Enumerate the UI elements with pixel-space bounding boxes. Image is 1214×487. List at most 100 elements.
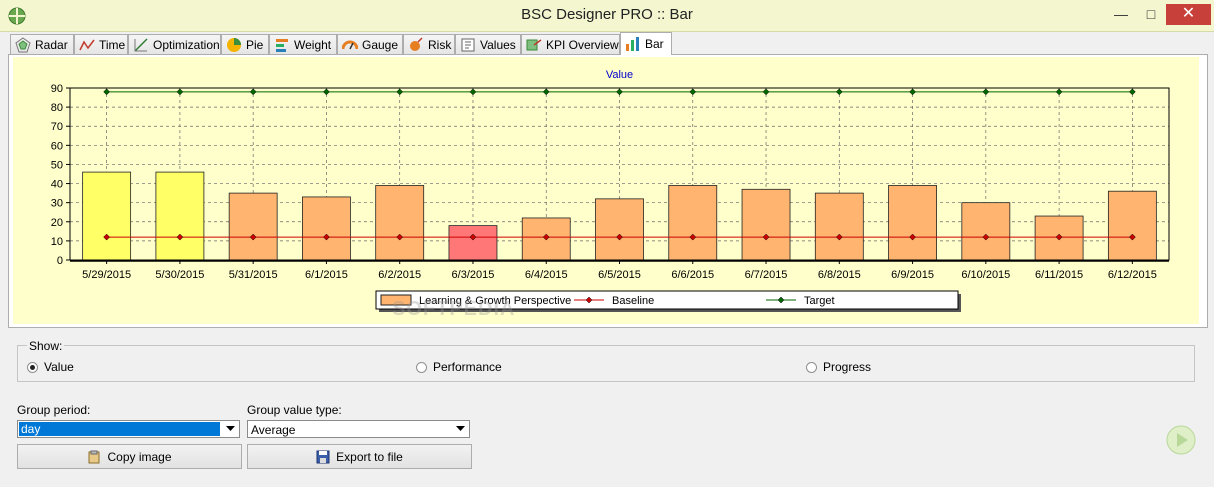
radio-dot[interactable] bbox=[416, 361, 427, 373]
radio-label: Progress bbox=[823, 360, 872, 374]
close-button[interactable]: ✕ bbox=[1166, 4, 1211, 25]
y-tick-label: 60 bbox=[51, 140, 63, 152]
tab-values[interactable]: Values bbox=[455, 34, 521, 54]
series-point bbox=[323, 88, 330, 96]
x-tick-label: 6/10/2015 bbox=[961, 269, 1010, 281]
y-tick-label: 30 bbox=[51, 198, 63, 210]
radio-label: Performance bbox=[433, 360, 502, 374]
group-period-select[interactable]: day bbox=[17, 420, 240, 438]
risk-icon bbox=[410, 36, 423, 51]
export-to-file-button[interactable]: Export to file bbox=[247, 444, 472, 469]
x-tick-label: 6/9/2015 bbox=[891, 269, 934, 281]
tab-label: Time bbox=[99, 37, 126, 52]
clipboard-icon bbox=[88, 450, 100, 463]
optimization-icon bbox=[134, 37, 148, 52]
tab-strip: Radar Time Optimization Pie Weight Gauge… bbox=[8, 32, 1208, 55]
export-label: Export to file bbox=[336, 449, 403, 464]
bar bbox=[82, 171, 132, 261]
radio-dot[interactable] bbox=[27, 361, 38, 373]
series-point bbox=[249, 88, 257, 96]
series-point bbox=[1129, 88, 1136, 96]
show-groupbox bbox=[17, 345, 1195, 382]
x-tick-label: 5/31/2015 bbox=[229, 269, 278, 281]
tab-risk[interactable]: Risk bbox=[403, 34, 455, 54]
pie-chart-icon bbox=[227, 37, 241, 52]
tab-time[interactable]: Time bbox=[74, 34, 128, 54]
x-tick-label: 5/30/2015 bbox=[155, 269, 204, 281]
tab-pie[interactable]: Pie bbox=[221, 34, 269, 54]
tab-label: Optimization bbox=[153, 37, 220, 52]
bar bbox=[961, 202, 1011, 261]
x-tick-label: 6/11/2015 bbox=[1035, 269, 1083, 281]
copy-image-label: Copy image bbox=[107, 449, 172, 464]
kpi-overview-icon bbox=[526, 38, 542, 50]
chart-svg: Value 0 10 20 30 40 50 60 70 80 90 5/29/2015 5/30/20… bbox=[51, 69, 1170, 312]
save-disk-icon bbox=[316, 450, 330, 463]
chevron-down-icon[interactable] bbox=[222, 421, 239, 437]
values-icon bbox=[461, 38, 475, 51]
bar bbox=[375, 185, 425, 261]
group-value-type-label: Group value type: bbox=[247, 403, 342, 417]
copy-image-button[interactable]: Copy image bbox=[17, 444, 242, 469]
tab-gauge[interactable]: Gauge bbox=[337, 34, 403, 54]
radio-label: Value bbox=[44, 360, 74, 374]
show-label: Show: bbox=[27, 339, 65, 353]
tab-radar[interactable]: Radar bbox=[10, 34, 74, 54]
y-tick-label: 10 bbox=[51, 236, 63, 248]
x-tick-label: 6/7/2015 bbox=[745, 269, 788, 281]
series-point bbox=[1055, 88, 1063, 96]
legend-label: Target bbox=[804, 295, 835, 307]
bar bbox=[814, 192, 864, 261]
y-tick-label: 80 bbox=[51, 102, 63, 114]
series-point bbox=[909, 88, 916, 96]
tab-weight[interactable]: Weight bbox=[269, 34, 337, 54]
radio-progress[interactable]: Progress bbox=[806, 360, 871, 374]
group-period-label: Group period: bbox=[17, 403, 91, 417]
watermark: SOFTPEDIA bbox=[392, 298, 516, 320]
tab-label: Weight bbox=[294, 37, 332, 52]
bar bbox=[155, 171, 205, 261]
legend-label: Baseline bbox=[612, 295, 654, 307]
y-tick-label: 70 bbox=[51, 121, 63, 133]
series-point bbox=[616, 88, 623, 96]
series-point bbox=[835, 88, 843, 96]
tab-label: Gauge bbox=[362, 37, 399, 52]
series-point bbox=[176, 88, 184, 96]
tab-bar[interactable]: Bar bbox=[620, 32, 672, 55]
tab-label: Risk bbox=[428, 37, 452, 52]
bar bbox=[741, 188, 791, 261]
tab-label: KPI Overview bbox=[546, 37, 619, 52]
gauge-icon bbox=[342, 40, 358, 49]
minimize-button[interactable]: — bbox=[1106, 4, 1136, 25]
bar bbox=[302, 196, 351, 261]
x-tick-label: 6/1/2015 bbox=[305, 269, 348, 281]
tab-optimization[interactable]: Optimization bbox=[128, 34, 221, 54]
radio-value[interactable]: Value bbox=[27, 360, 74, 374]
bar bbox=[595, 198, 644, 261]
y-tick-label: 50 bbox=[51, 159, 63, 171]
play-icon[interactable] bbox=[1166, 425, 1196, 455]
bar bbox=[668, 185, 718, 261]
x-tick-label: 6/6/2015 bbox=[671, 269, 714, 281]
group-value-type-select[interactable]: Average bbox=[247, 420, 470, 438]
series-point bbox=[982, 88, 990, 96]
group-value-type-value: Average bbox=[251, 423, 296, 437]
bar bbox=[228, 192, 278, 261]
window-title: BSC Designer PRO :: Bar bbox=[521, 6, 693, 23]
x-tick-label: 6/2/2015 bbox=[378, 269, 421, 281]
chevron-down-icon[interactable] bbox=[452, 421, 469, 437]
chart-title: Value bbox=[606, 69, 633, 81]
bar bbox=[888, 185, 937, 261]
y-tick-label: 0 bbox=[57, 255, 63, 267]
series-point bbox=[762, 88, 770, 96]
maximize-button[interactable]: □ bbox=[1136, 4, 1166, 25]
x-tick-label: 6/4/2015 bbox=[525, 269, 568, 281]
tab-label: Radar bbox=[35, 37, 68, 52]
series-point bbox=[469, 88, 477, 96]
radio-dot[interactable] bbox=[806, 361, 817, 373]
x-tick-label: 6/12/2015 bbox=[1108, 269, 1157, 281]
y-tick-label: 90 bbox=[51, 83, 63, 95]
radio-performance[interactable]: Performance bbox=[416, 360, 502, 374]
bar bbox=[448, 225, 498, 261]
tab-kpi-overview[interactable]: KPI Overview bbox=[521, 34, 620, 54]
